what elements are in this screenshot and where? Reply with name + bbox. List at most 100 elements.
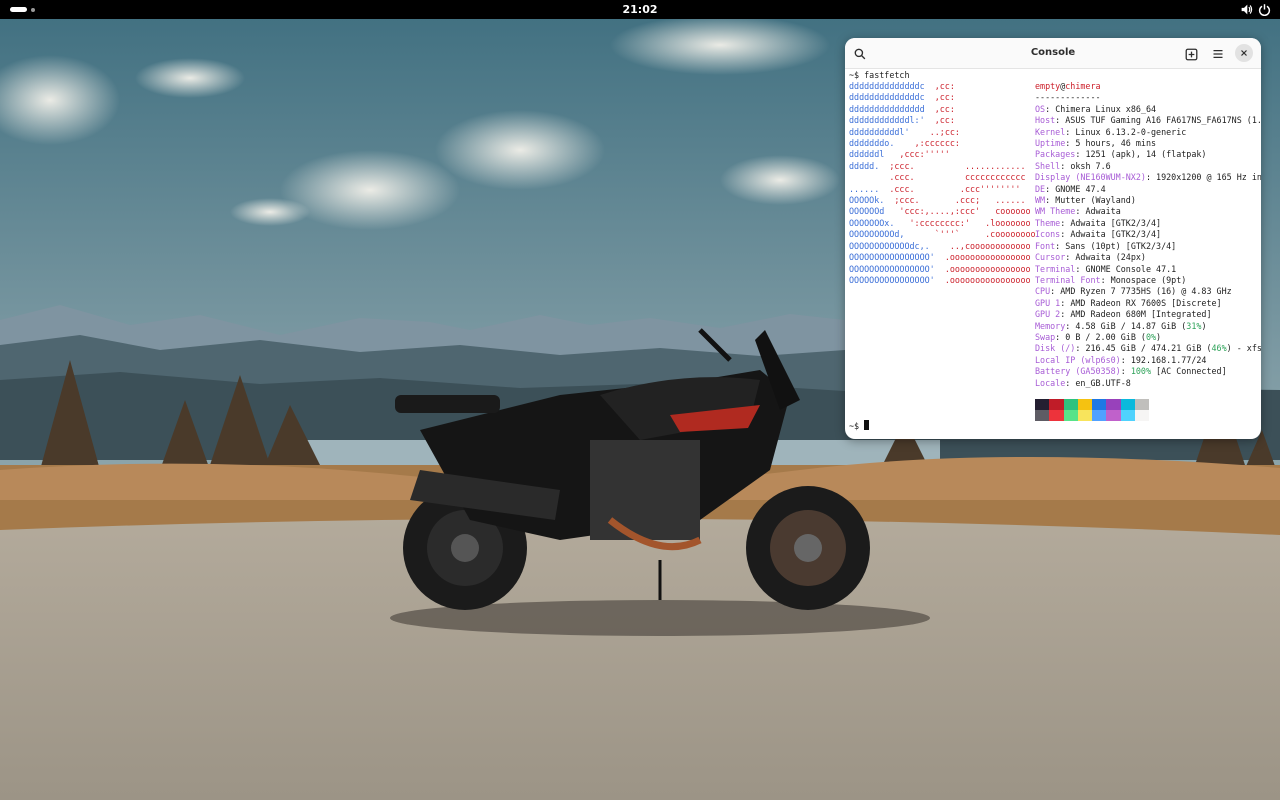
info-row: WM Theme: Adwaita — [1035, 206, 1261, 217]
palette-swatch — [1134, 399, 1149, 410]
search-button[interactable] — [849, 43, 871, 65]
active-workspace-indicator[interactable] — [10, 7, 27, 12]
info-row: Memory: 4.58 GiB / 14.87 GiB (31%) — [1035, 321, 1261, 332]
search-icon — [854, 48, 866, 60]
info-value: Sans (10pt) [GTK2/3/4] — [1065, 240, 1177, 251]
console-headerbar[interactable]: Console — [845, 38, 1261, 69]
info-percent: 31% — [1186, 320, 1202, 331]
info-colon: : — [1075, 149, 1086, 160]
logo-segment: ;ccc. ............ — [889, 160, 1026, 171]
main-menu-button[interactable] — [1207, 43, 1229, 65]
shell-prompt: ~$ — [849, 421, 865, 431]
info-key: Font — [1035, 240, 1056, 251]
palette-swatch — [1077, 410, 1092, 421]
palette-swatch — [1092, 410, 1107, 421]
info-row: Font: Sans (10pt) [GTK2/3/4] — [1035, 241, 1261, 252]
logo-segment: ,cc: — [934, 92, 955, 103]
info-colon: : — [1120, 354, 1131, 365]
info-row: Battery (GA50358): 100% [AC Connected] — [1035, 366, 1261, 377]
logo-segment: ,cc: — [934, 81, 955, 91]
info-row: Icons: Adwaita [GTK2/3/4] — [1035, 229, 1261, 240]
palette-swatch — [1063, 399, 1078, 410]
info-value: Adwaita (24px) — [1075, 252, 1146, 263]
palette-swatch — [1106, 399, 1121, 410]
logo-segment: OOOOOOOx. — [849, 217, 910, 228]
logo-segment: ...... — [995, 195, 1026, 206]
info-percent: 46% — [1211, 343, 1227, 354]
palette-swatch — [1049, 410, 1064, 421]
logo-segment: OOOOOOOOOOOOOOOO' — [849, 252, 945, 263]
info-value-suffix: [AC Connected] — [1150, 366, 1227, 377]
close-button[interactable] — [1235, 44, 1253, 62]
info-value: Mutter (Wayland) — [1055, 195, 1136, 206]
prompt-line: ~$ — [849, 420, 870, 432]
new-tab-button[interactable] — [1180, 43, 1202, 65]
info-row: Swap: 0 B / 2.00 GiB (0%) — [1035, 332, 1261, 343]
workspace-indicator-dot[interactable] — [31, 8, 35, 12]
palette-swatch — [1035, 410, 1050, 421]
info-key: GPU 2 — [1035, 309, 1061, 320]
logo-segment: ,ccc:''''' — [899, 149, 955, 160]
logo-line: ddddddddddddddc ,cc: — [849, 81, 1036, 92]
info-row: GPU 2: AMD Radeon 680M [Integrated] — [1035, 309, 1261, 320]
info-row: Shell: oksh 7.6 — [1035, 161, 1261, 172]
info-key: DE — [1035, 183, 1046, 194]
info-key: Terminal Font — [1035, 274, 1101, 285]
logo-segment: ..,coooooooooooo — [949, 240, 1031, 251]
logo-segment: ,cc: — [934, 103, 955, 114]
info-key: Battery (GA50358) — [1035, 366, 1121, 377]
info-key: Packages — [1035, 149, 1076, 160]
info-key: Icons — [1035, 229, 1061, 240]
power-icon[interactable] — [1258, 3, 1271, 16]
terminal-area[interactable]: ~$ fastfetch ddddddddddddddc ,cc: ddddddd… — [849, 69, 1261, 437]
info-key: GPU 1 — [1035, 297, 1061, 308]
top-bar: 21:02 — [0, 0, 1280, 19]
logo-segment: OOOOOOOOOOOOOOOO' — [849, 274, 945, 285]
logo-line: OOOOOOOOOOOOOOOO' .oooooooooooooooo — [849, 264, 1036, 275]
command-line: ~$ fastfetch — [849, 70, 910, 81]
info-row: Cursor: Adwaita (24px) — [1035, 252, 1261, 263]
logo-segment: ,cc: — [934, 115, 955, 126]
info-value: AMD Radeon RX 7600S [Discrete] — [1070, 297, 1222, 308]
logo-line: ddddddddddl' ..;cc: — [849, 127, 1036, 138]
info-row: Locale: en_GB.UTF-8 — [1035, 378, 1261, 389]
info-key: CPU — [1035, 286, 1051, 297]
info-key: Disk (/) — [1035, 343, 1076, 354]
info-value: 0 B / 2.00 GiB ( — [1065, 331, 1146, 342]
info-value: 4.58 GiB / 14.87 GiB ( — [1075, 320, 1187, 331]
info-key: Local IP (wlp6s0) — [1035, 354, 1121, 365]
console-window[interactable]: Console ~$ fastfetch ddddddddddddddc ,cc… — [845, 38, 1261, 439]
clock[interactable]: 21:02 — [622, 3, 657, 16]
distro-ascii-logo: ddddddddddddddc ,cc: ddddddddddddddc ,cc:… — [849, 81, 1036, 286]
volume-icon[interactable] — [1240, 3, 1253, 16]
info-colon: : — [1045, 103, 1056, 114]
info-key: Uptime — [1035, 138, 1066, 149]
info-row: CPU: AMD Ryzen 7 7735HS (16) @ 4.83 GHz — [1035, 286, 1261, 297]
logo-line: OOOOOOOOOd, `'''` .coooooooo — [849, 229, 1036, 240]
info-row: Terminal Font: Monospace (9pt) — [1035, 275, 1261, 286]
info-row: Packages: 1251 (apk), 14 (flatpak) — [1035, 149, 1261, 160]
logo-line: ddddd. ;ccc. ............ — [849, 161, 1036, 172]
palette-swatch — [1120, 399, 1135, 410]
palette-swatch — [1120, 410, 1135, 421]
info-colon: : — [1060, 160, 1071, 171]
logo-line: OOOOOOOOOOOOOOOO' .oooooooooooooooo — [849, 275, 1036, 286]
info-row: Kernel: Linux 6.13.2-0-generic — [1035, 127, 1261, 138]
user-host-line: empty@chimera — [1035, 81, 1261, 92]
palette-swatch — [1063, 410, 1078, 421]
logo-segment: OOOOOk. — [849, 195, 895, 206]
info-key: WM — [1035, 195, 1046, 206]
info-key: Terminal — [1035, 263, 1076, 274]
info-colon: : — [1055, 115, 1066, 126]
info-value: AMD Radeon 680M [Integrated] — [1070, 309, 1212, 320]
logo-segment: .oooooooooooooooo — [944, 274, 1031, 285]
logo-line: ddddddddddddddd ,cc: — [849, 104, 1036, 115]
info-row: Host: ASUS TUF Gaming A16 FA617NS_FA617N… — [1035, 115, 1261, 126]
window-title: Console — [1030, 47, 1076, 58]
info-key: Theme — [1035, 217, 1061, 228]
logo-segment: ddddddddddddddc — [849, 81, 935, 91]
info-colon: : — [1075, 263, 1086, 274]
info-key: Display (NE160WUM-NX2) — [1035, 172, 1146, 183]
info-key: Locale — [1035, 377, 1066, 388]
info-key: Shell — [1035, 160, 1061, 171]
